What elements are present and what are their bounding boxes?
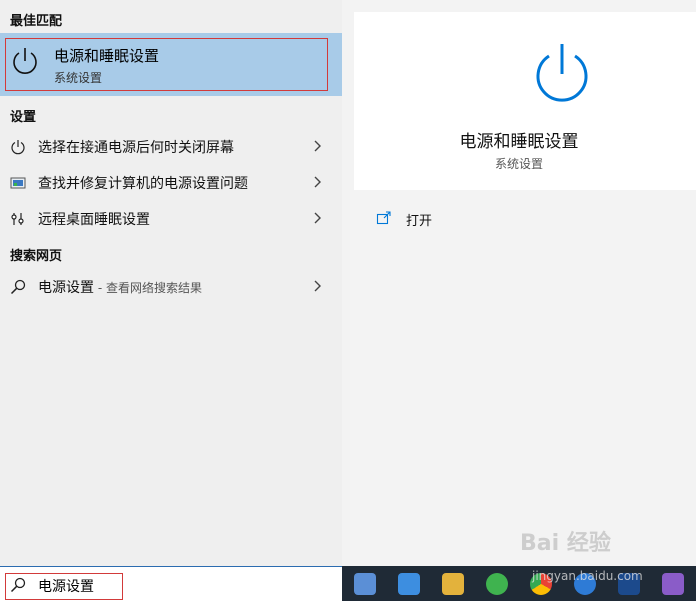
power-icon — [13, 48, 37, 74]
watermark-logo: Bai 经验 — [520, 531, 611, 556]
web-search-item[interactable]: 电源设置 - 查看网络搜索结果 — [0, 269, 342, 305]
power-icon — [536, 44, 588, 102]
detail-title: 电源和睡眠设置 — [459, 132, 579, 152]
open-icon — [376, 211, 391, 225]
best-match-title: 电源和睡眠设置 — [54, 47, 160, 65]
settings-item-troubleshoot[interactable]: 查找并修复计算机的电源设置问题 — [0, 165, 342, 201]
web-search-query: 电源设置 — [38, 280, 94, 296]
settings-item-label: 远程桌面睡眠设置 — [38, 212, 150, 228]
watermark-url: jingyan.baidu.com — [532, 569, 643, 583]
chevron-right-icon — [314, 212, 321, 224]
best-match-item[interactable]: 电源和睡眠设置 系统设置 — [0, 33, 342, 96]
chevron-right-icon — [314, 176, 321, 188]
result-detail-panel: 电源和睡眠设置 系统设置 打开 — [342, 0, 696, 566]
search-bar[interactable] — [0, 566, 342, 601]
file-explorer-icon[interactable] — [442, 573, 464, 595]
best-match-subtitle: 系统设置 — [54, 71, 103, 85]
search-input[interactable] — [36, 572, 330, 600]
photos-icon[interactable] — [662, 573, 684, 595]
settings-item-label: 选择在接通电源后何时关闭屏幕 — [38, 140, 234, 156]
settings-header: 设置 — [10, 110, 37, 125]
paint-app-icon[interactable] — [354, 573, 376, 595]
settings-item-label: 查找并修复计算机的电源设置问题 — [38, 176, 248, 192]
power-icon — [11, 140, 25, 155]
web-search-label: 电源设置 - 查看网络搜索结果 — [38, 277, 202, 297]
open-label: 打开 — [406, 214, 433, 229]
troubleshoot-icon — [10, 177, 26, 189]
best-match-header: 最佳匹配 — [10, 14, 63, 29]
chevron-right-icon — [314, 280, 321, 292]
detail-subtitle: 系统设置 — [494, 157, 543, 171]
settings-item-screen-off[interactable]: 选择在接通电源后何时关闭屏幕 — [0, 129, 342, 165]
browser-icon[interactable] — [486, 573, 508, 595]
web-search-header: 搜索网页 — [10, 249, 63, 264]
desktop-app-icon[interactable] — [398, 573, 420, 595]
detail-card: 电源和睡眠设置 系统设置 — [354, 12, 696, 190]
settings-item-remote-desktop[interactable]: 远程桌面睡眠设置 — [0, 201, 342, 237]
chevron-right-icon — [314, 140, 321, 152]
remote-desktop-icon — [11, 213, 24, 225]
search-results-panel: 最佳匹配 电源和睡眠设置 系统设置 设置 选择在接通电源后何时关闭屏幕 查找并修… — [0, 0, 342, 566]
search-icon — [10, 577, 26, 593]
search-icon — [10, 279, 26, 295]
web-search-suffix: - 查看网络搜索结果 — [94, 281, 202, 295]
